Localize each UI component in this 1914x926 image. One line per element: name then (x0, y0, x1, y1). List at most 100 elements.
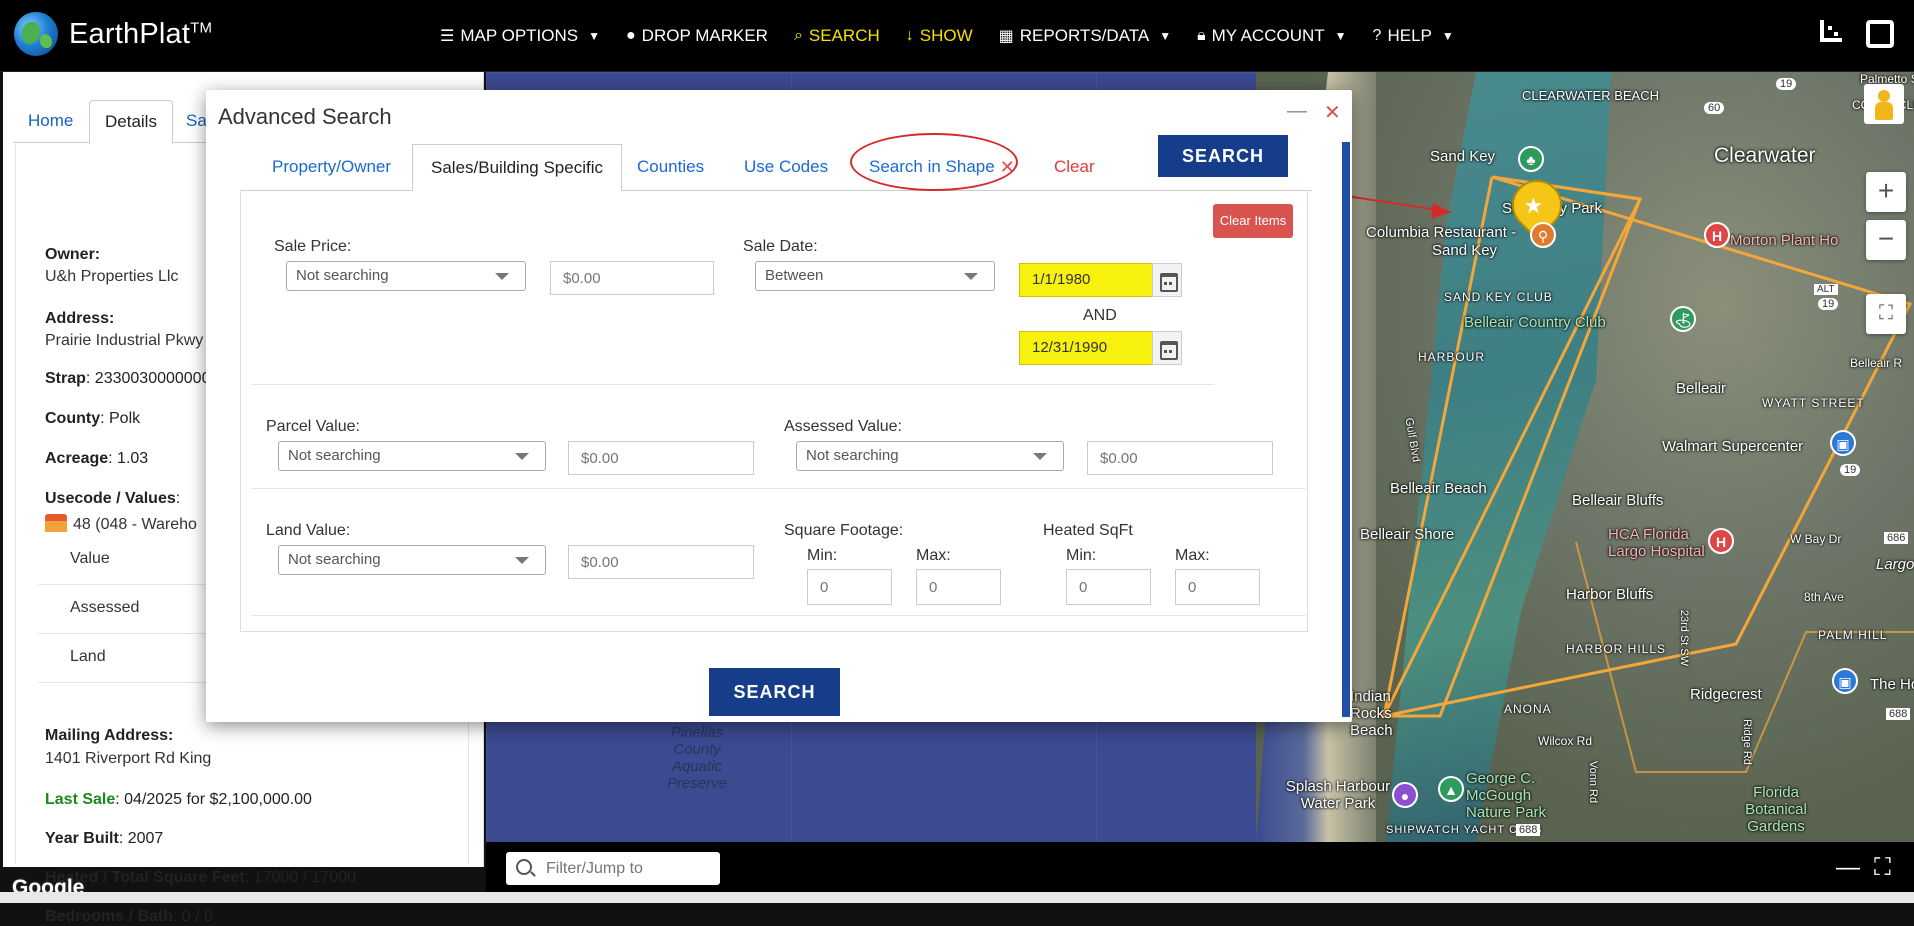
assessed-value-input[interactable] (1087, 441, 1273, 475)
zoom-out-button[interactable]: − (1866, 220, 1906, 260)
road-shield-688b: 688 (1516, 824, 1541, 836)
annotation-highlight-ellipse (850, 133, 1018, 191)
heated-sqft-max-input[interactable] (1175, 569, 1260, 605)
road-shield-686: 686 (1884, 532, 1909, 544)
land-value-input[interactable] (568, 545, 754, 579)
sale-date-select[interactable]: Between (755, 261, 995, 291)
map-label-belleair-cc: Belleair Country Club (1464, 314, 1606, 331)
nav-help[interactable]: ? HELP ▼ (1373, 26, 1454, 46)
divider (252, 488, 1306, 489)
restaurant-marker-icon[interactable]: ⚲ (1530, 222, 1556, 248)
nav-my-account[interactable]: 🔒︎ MY ACCOUNT ▼ (1197, 26, 1346, 46)
sale-date-from-input[interactable]: 1/1/1980 (1019, 263, 1153, 297)
shopping-marker-icon[interactable]: ▣ (1830, 430, 1856, 456)
last-sale-field: Last Sale: 04/2025 for $2,100,000.00 (45, 791, 312, 808)
map-label-ridgecrest: Ridgecrest (1690, 686, 1762, 703)
map-label-sand-key: Sand Key (1430, 148, 1496, 165)
road-shield-19b: 19 (1818, 298, 1839, 310)
chevron-down-icon: ▼ (1441, 28, 1454, 43)
heated-sqft-min-input[interactable] (1066, 569, 1151, 605)
tab-use-codes[interactable]: Use Codes (744, 144, 828, 190)
golf-marker-icon[interactable]: ⛳︎ (1670, 306, 1696, 332)
warehouse-icon (45, 514, 67, 532)
road-shield-alt: ALT (1814, 284, 1838, 295)
map-label-wyatt: WYATT STREET (1762, 396, 1865, 410)
hospital-marker-icon[interactable]: H (1704, 222, 1730, 248)
map-label-indian-rocks: Indian Rocks Beach (1350, 688, 1393, 739)
nav-map-options[interactable]: ☰ MAP OPTIONS ▼ (440, 26, 600, 46)
fullscreen-map-button[interactable]: ⛶ (1866, 294, 1906, 334)
sale-price-select[interactable]: Not searching (286, 261, 526, 291)
land-value-select[interactable]: Not searching (278, 545, 546, 575)
sale-price-input[interactable] (550, 261, 714, 295)
map-label-mcgough: George C. McGough Nature Park (1466, 770, 1547, 821)
clear-items-button[interactable]: Clear Items (1213, 204, 1293, 238)
annotation-arrow-head (1431, 203, 1451, 219)
map-label-walmart: Walmart Supercenter (1662, 438, 1804, 455)
tab-details[interactable]: Details (89, 100, 173, 144)
heated-sqft-label: Heated SqFt (1043, 522, 1133, 539)
globe-logo-icon (14, 12, 58, 56)
square-footage-min-input[interactable] (807, 569, 892, 605)
tab-counties[interactable]: Counties (637, 144, 704, 190)
chevron-down-icon: ▼ (588, 28, 600, 43)
tab-sales-building[interactable]: Sales/Building Specific (412, 144, 622, 191)
nav-reports-data[interactable]: ▦ REPORTS/DATA ▼ (999, 26, 1171, 46)
zoom-in-button[interactable]: + (1866, 172, 1906, 212)
calendar-icon[interactable] (1152, 263, 1182, 297)
brand-name: EarthPlatTM (69, 17, 213, 50)
road-shield-19c: 19 (1840, 464, 1861, 476)
square-footage-max-input[interactable] (916, 569, 1001, 605)
assessed-value-select[interactable]: Not searching (796, 441, 1064, 471)
map-label-belleair-bluffs: Belleair Bluffs (1572, 492, 1664, 509)
usecode-label: Usecode / Values: (45, 490, 181, 507)
sale-date-to-input[interactable]: 12/31/1990 (1019, 331, 1153, 365)
filter-jump-box[interactable] (506, 852, 720, 885)
fullscreen-icon[interactable]: ⛶ (1874, 854, 1891, 882)
street-view-pegman-icon[interactable] (1864, 84, 1904, 124)
map-label-harbor-hills: HARBOR HILLS (1566, 642, 1667, 656)
measure-ruler-icon[interactable] (1820, 20, 1842, 42)
tab-home[interactable]: Home (13, 100, 88, 142)
sale-price-label: Sale Price: (274, 238, 352, 255)
minimize-dialog-button[interactable]: — (1287, 100, 1307, 123)
filter-jump-input[interactable] (544, 857, 718, 881)
close-dialog-button[interactable]: ✕ (1324, 100, 1341, 125)
parcel-value-select[interactable]: Not searching (278, 441, 546, 471)
tab-property-owner[interactable]: Property/Owner (272, 144, 391, 190)
owner-label: Owner: (45, 246, 101, 263)
nav-search[interactable]: ⌕ SEARCH (794, 26, 880, 46)
water-park-marker-icon[interactable]: ● (1392, 782, 1418, 808)
hospital-marker-icon[interactable]: H (1708, 528, 1734, 554)
top-navigation-bar: EarthPlatTM ☰ MAP OPTIONS ▼ ● DROP MARKE… (0, 0, 1914, 72)
shopping-marker-icon[interactable]: ▣ (1832, 668, 1858, 694)
map-label-pinellas: Pinellas County Aquatic Preserve (666, 724, 728, 792)
main-nav: ☰ MAP OPTIONS ▼ ● DROP MARKER ⌕ SEARCH ↓… (440, 0, 1480, 71)
park-marker-icon[interactable]: ♣ (1518, 146, 1544, 172)
map-label-sand-key-2: Sand Key (1432, 242, 1498, 259)
bottom-search-button[interactable]: SEARCH (709, 668, 840, 716)
map-label-belleair-beach: Belleair Beach (1390, 480, 1487, 497)
address-label: Address: (45, 310, 115, 327)
map-label-vonn-rd: Vonn Rd (1587, 760, 1600, 804)
nav-show[interactable]: ↓ SHOW (906, 26, 973, 46)
nature-park-marker-icon[interactable]: ▲ (1438, 776, 1464, 802)
assessed-value-label: Assessed Value: (784, 418, 902, 435)
acreage-field: Acreage: 1.03 (45, 450, 149, 467)
calendar-icon[interactable] (1152, 331, 1182, 365)
tab-clear[interactable]: Clear (1054, 144, 1095, 190)
year-built-field: Year Built: 2007 (45, 830, 164, 847)
top-search-button[interactable]: SEARCH (1158, 135, 1288, 177)
table-icon: ▦ (998, 27, 1014, 45)
nav-drop-marker[interactable]: ● DROP MARKER (626, 26, 768, 46)
minimize-bar-icon[interactable]: — (1836, 854, 1860, 882)
square-footage-min-label: Min: (807, 547, 838, 564)
draw-shape-icon[interactable] (1866, 20, 1894, 48)
divider (252, 615, 1306, 616)
dialog-scrollbar[interactable] (1342, 142, 1350, 717)
caret-down-icon (515, 453, 529, 460)
app-logo[interactable]: EarthPlatTM (14, 12, 212, 56)
map-label-harbor-bluffs: Harbor Bluffs (1566, 586, 1654, 603)
map-label-clearwater-beach: CLEARWATER BEACH (1522, 88, 1660, 103)
parcel-value-input[interactable] (568, 441, 754, 475)
